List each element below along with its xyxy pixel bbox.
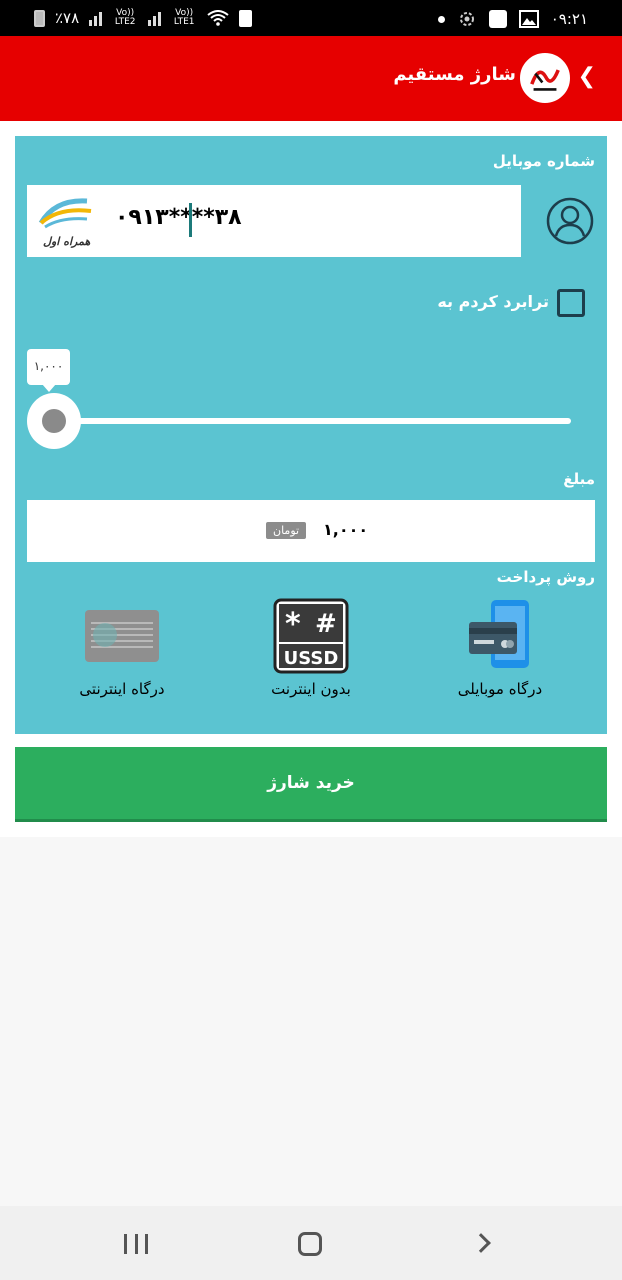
- amount-label: مبلغ: [563, 470, 595, 488]
- app-notification-icon: [488, 10, 507, 28]
- back-icon[interactable]: [471, 1233, 491, 1253]
- status-bar: ٪۷۸ Vo)) LTE2 Vo)) LTE1 ۰۹:۲۱: [0, 0, 622, 36]
- mobile-number-label: شماره موبایل: [492, 152, 595, 170]
- payment-option-ussd[interactable]: * # USSD بدون اینترنت: [216, 598, 406, 708]
- amount-field[interactable]: تومان ۱,۰۰۰: [27, 500, 595, 562]
- slider-value-tooltip: ۱,۰۰۰: [27, 349, 70, 392]
- charge-form-card: شماره موبایل همراه اول ۰۹۱۳****۳۸ ترابرد…: [15, 136, 607, 734]
- payment-option-internet-label: درگاه اینترنتی: [79, 680, 165, 698]
- ported-number-checkbox[interactable]: [557, 289, 585, 317]
- chevron-left-icon[interactable]: ❮: [578, 64, 596, 89]
- clock: ۰۹:۲۱: [550, 10, 588, 28]
- amount-slider-track[interactable]: [55, 418, 571, 424]
- recycle-icon: [239, 9, 253, 27]
- carrier-label: Vo)) LTE1: [173, 8, 195, 27]
- currency-badge: تومان: [266, 522, 307, 539]
- settings-icon: [459, 12, 474, 26]
- payment-option-ussd-label: بدون اینترنت: [271, 680, 351, 698]
- payment-option-internet[interactable]: درگاه اینترنتی: [27, 598, 217, 708]
- mobile-card-icon: [469, 600, 529, 668]
- carrier-label: Vo)) LTE2: [114, 8, 136, 27]
- status-left: ٪۷۸ Vo)) LTE2 Vo)) LTE1: [34, 8, 253, 27]
- buy-charge-button[interactable]: خرید شارژ: [15, 747, 607, 822]
- recents-icon[interactable]: [124, 1234, 148, 1254]
- app-logo: [520, 53, 570, 103]
- phone-number-field[interactable]: همراه اول ۰۹۱۳****۳۸: [27, 185, 521, 257]
- battery-icon: [34, 9, 45, 27]
- contact-picker-icon[interactable]: [545, 196, 595, 246]
- payment-option-mobile-label: درگاه موبایلی: [457, 680, 543, 698]
- gallery-icon: [518, 10, 539, 28]
- home-icon[interactable]: [298, 1232, 322, 1256]
- ussd-icon: * # USSD: [273, 598, 349, 674]
- wifi-icon: [207, 10, 229, 26]
- battery-level: ٪۷۸: [55, 9, 80, 27]
- signal-icon: [89, 10, 103, 26]
- ussd-icon-text: USSD: [284, 648, 339, 669]
- amount-value: ۱,۰۰۰: [323, 520, 369, 539]
- amount-slider-thumb[interactable]: [27, 393, 81, 449]
- phone-number-value: ۰۹۱۳****۳۸: [115, 205, 242, 230]
- status-right: ۰۹:۲۱: [437, 9, 588, 29]
- bank-card-icon: [85, 610, 159, 662]
- signal-icon: [148, 10, 162, 26]
- system-nav-bar: [0, 1206, 622, 1280]
- app-header: ❮ شارژ مستقیم: [0, 36, 622, 121]
- operator-name: همراه اول: [43, 235, 90, 248]
- svg-text:*: *: [285, 607, 301, 642]
- text-cursor: [189, 203, 192, 237]
- page-title: شارژ مستقیم: [393, 64, 516, 85]
- ported-number-label: ترابرد کردم به: [437, 292, 549, 311]
- payment-method-label: روش پرداخت: [496, 568, 595, 586]
- payment-option-mobile[interactable]: درگاه موبایلی: [405, 598, 595, 708]
- operator-logo-icon: همراه اول: [38, 198, 92, 248]
- svg-text:#: #: [315, 609, 337, 639]
- notification-dot-icon: [437, 15, 445, 23]
